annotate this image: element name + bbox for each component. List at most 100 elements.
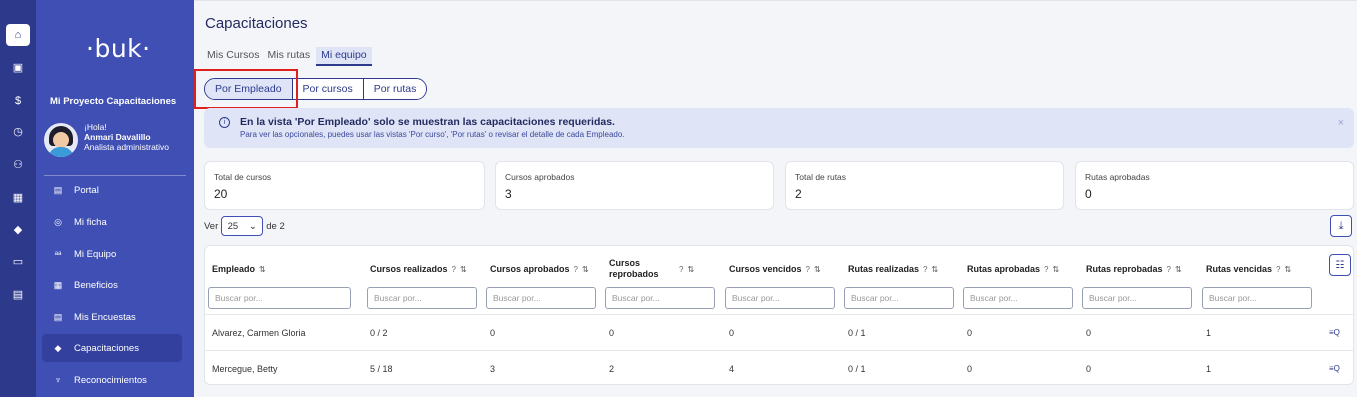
help-icon[interactable]: ? — [1167, 265, 1171, 274]
cell-cursos-aprobados: 0 — [490, 328, 496, 338]
sidebar-item-label: Reconocimientos — [74, 374, 147, 386]
sidebar-item-label: Mi Equipo — [74, 248, 117, 260]
column-header-empleado[interactable]: Empleado ⇅ — [212, 256, 266, 282]
alert-title: En la vista 'Por Empleado' solo se muest… — [240, 116, 615, 128]
close-icon[interactable]: × — [1338, 117, 1344, 129]
cell-cursos-reprobados: 2 — [609, 364, 615, 374]
per-page-select[interactable]: 25 ⌄ — [221, 216, 264, 236]
graduation-icon[interactable]: ◆ — [6, 218, 30, 240]
info-icon: i — [219, 117, 230, 128]
view-por-rutas-button[interactable]: Por rutas — [363, 79, 427, 99]
filter-cursos-vencidos-input[interactable]: Buscar por... — [725, 287, 835, 309]
sort-icon[interactable]: ⇅ — [259, 265, 266, 274]
filter-empleado-input[interactable]: Buscar por... — [208, 287, 351, 309]
view-detail-icon[interactable]: ≡Q — [1329, 315, 1340, 351]
sort-icon[interactable]: ⇅ — [814, 265, 821, 274]
register-icon[interactable]: ▤ — [6, 283, 30, 305]
download-button[interactable]: ⤓ — [1330, 215, 1352, 237]
cell-rutas-aprobadas: 0 — [967, 364, 973, 374]
sort-icon[interactable]: ⇅ — [687, 264, 694, 275]
stat-label: Total de rutas — [795, 172, 847, 182]
filter-rutas-vencidas-input[interactable]: Buscar por... — [1202, 287, 1312, 309]
column-header-rutas-vencidas[interactable]: Rutas vencidas ? ⇅ — [1206, 256, 1291, 282]
table-row[interactable]: Mercegue, Betty 5 / 18 3 2 4 0 / 1 0 0 1… — [205, 350, 1353, 386]
cell-cursos-aprobados: 3 — [490, 364, 496, 374]
team-icon: ᵃᵃ — [54, 249, 62, 259]
help-icon[interactable]: ? — [452, 265, 456, 274]
filter-rutas-reprobadas-input[interactable]: Buscar por... — [1082, 287, 1192, 309]
tab-mi-equipo[interactable]: Mi equipo — [316, 47, 372, 66]
column-header-cursos-aprobados[interactable]: Cursos aprobados ? ⇅ — [490, 256, 589, 282]
help-icon[interactable]: ? — [1276, 265, 1280, 274]
column-header-cursos-realizados[interactable]: Cursos realizados ? ⇅ — [370, 256, 467, 282]
sidebar-item-capacitaciones[interactable]: ◆ Capacitaciones — [42, 334, 182, 362]
cell-rutas-reprobadas: 0 — [1086, 364, 1092, 374]
table-row[interactable]: Alvarez, Carmen Gloria 0 / 2 0 0 0 0 / 1… — [205, 314, 1353, 350]
tab-mis-cursos[interactable]: Mis Cursos — [205, 47, 262, 66]
trophy-icon: ♆ — [54, 375, 62, 385]
project-name: Mi Proyecto Capacitaciones — [50, 96, 177, 107]
user-name: Anmari Davalillo — [84, 132, 151, 142]
buk-logo[interactable]: ·buk· — [86, 34, 151, 63]
sidebar-item-mi-ficha[interactable]: ◎ Mi ficha — [42, 208, 182, 236]
tab-mis-rutas[interactable]: Mis rutas — [266, 47, 313, 66]
sidebar-item-label: Mi ficha — [74, 216, 107, 228]
alert-body: Para ver las opcionales, puedes usar las… — [240, 130, 625, 139]
dollar-icon[interactable]: $ — [6, 90, 30, 112]
help-icon[interactable]: ? — [806, 265, 810, 274]
filter-cursos-reprobados-input[interactable]: Buscar por... — [605, 287, 715, 309]
sort-icon[interactable]: ⇅ — [1284, 265, 1291, 274]
sidebar-item-label: Capacitaciones — [74, 342, 139, 354]
checklist-icon[interactable]: ▣ — [6, 56, 30, 78]
user-greeting: ¡Hola! Anmari Davalillo Analista adminis… — [84, 122, 169, 152]
sidebar-item-beneficios[interactable]: ▦ Beneficios — [42, 271, 182, 299]
cell-rutas-reprobadas: 0 — [1086, 328, 1092, 338]
pagination: Ver 25 ⌄ de 2 — [204, 216, 285, 236]
stat-total-cursos: Total de cursos 20 — [204, 161, 485, 210]
stat-label: Total de cursos — [214, 172, 272, 182]
help-icon[interactable]: ? — [679, 264, 683, 275]
cell-rutas-vencidas: 1 — [1206, 328, 1212, 338]
help-icon[interactable]: ? — [1044, 265, 1048, 274]
sort-icon[interactable]: ⇅ — [460, 265, 467, 274]
sidebar-item-mis-encuestas[interactable]: ▤ Mis Encuestas — [42, 303, 182, 331]
column-header-rutas-realizadas[interactable]: Rutas realizadas ? ⇅ — [848, 256, 938, 282]
filter-rutas-realizadas-input[interactable]: Buscar por... — [844, 287, 954, 309]
stat-value: 3 — [505, 187, 512, 201]
sidebar-item-label: Mis Encuestas — [74, 311, 136, 323]
home-icon[interactable]: ⌂ — [6, 24, 30, 46]
clock-icon[interactable]: ◷ — [6, 120, 30, 142]
graduation-cap-icon: ◆ — [54, 342, 62, 353]
sort-icon[interactable]: ⇅ — [1052, 265, 1059, 274]
filter-cursos-realizados-input[interactable]: Buscar por... — [367, 287, 477, 309]
stat-rutas-aprobadas: Rutas aprobadas 0 — [1075, 161, 1354, 210]
sort-icon[interactable]: ⇅ — [582, 265, 589, 274]
sidebar-item-portal[interactable]: ▤ Portal — [42, 176, 182, 204]
column-header-rutas-reprobadas[interactable]: Rutas reprobadas ? ⇅ — [1086, 256, 1182, 282]
sidebar-item-mi-equipo[interactable]: ᵃᵃ Mi Equipo — [42, 240, 182, 268]
sort-icon[interactable]: ⇅ — [1175, 265, 1182, 274]
column-header-rutas-aprobadas[interactable]: Rutas aprobadas ? ⇅ — [967, 256, 1059, 282]
people-icon[interactable]: ⚇ — [6, 153, 30, 175]
view-por-cursos-button[interactable]: Por cursos — [292, 79, 364, 99]
sidebar: ·buk· Mi Proyecto Capacitaciones ¡Hola! … — [36, 0, 194, 397]
section-tabs: Mis Cursos Mis rutas Mi equipo — [205, 47, 372, 66]
view-detail-icon[interactable]: ≡Q — [1329, 351, 1340, 387]
help-icon[interactable]: ? — [923, 265, 927, 274]
help-icon[interactable]: ? — [574, 265, 578, 274]
stat-cursos-aprobados: Cursos aprobados 3 — [495, 161, 774, 210]
gift-icon: ▦ — [53, 279, 63, 290]
sort-icon[interactable]: ⇅ — [932, 265, 939, 274]
briefcase-icon[interactable]: ▦ — [6, 186, 30, 208]
folder-icon[interactable]: ▭ — [6, 250, 30, 272]
cell-cursos-vencidos: 4 — [729, 364, 735, 374]
sidebar-item-reconocimientos[interactable]: ♆ Reconocimientos — [42, 366, 182, 394]
filter-cursos-aprobados-input[interactable]: Buscar por... — [486, 287, 596, 309]
avatar[interactable] — [44, 123, 78, 157]
stat-label: Cursos aprobados — [505, 172, 575, 182]
column-settings-button[interactable]: ☷ — [1329, 254, 1351, 276]
column-header-cursos-vencidos[interactable]: Cursos vencidos ? ⇅ — [729, 256, 821, 282]
filter-rutas-aprobadas-input[interactable]: Buscar por... — [963, 287, 1073, 309]
cell-cursos-reprobados: 0 — [609, 328, 615, 338]
column-header-cursos-reprobados[interactable]: Cursos reprobados ? ⇅ — [609, 256, 721, 282]
